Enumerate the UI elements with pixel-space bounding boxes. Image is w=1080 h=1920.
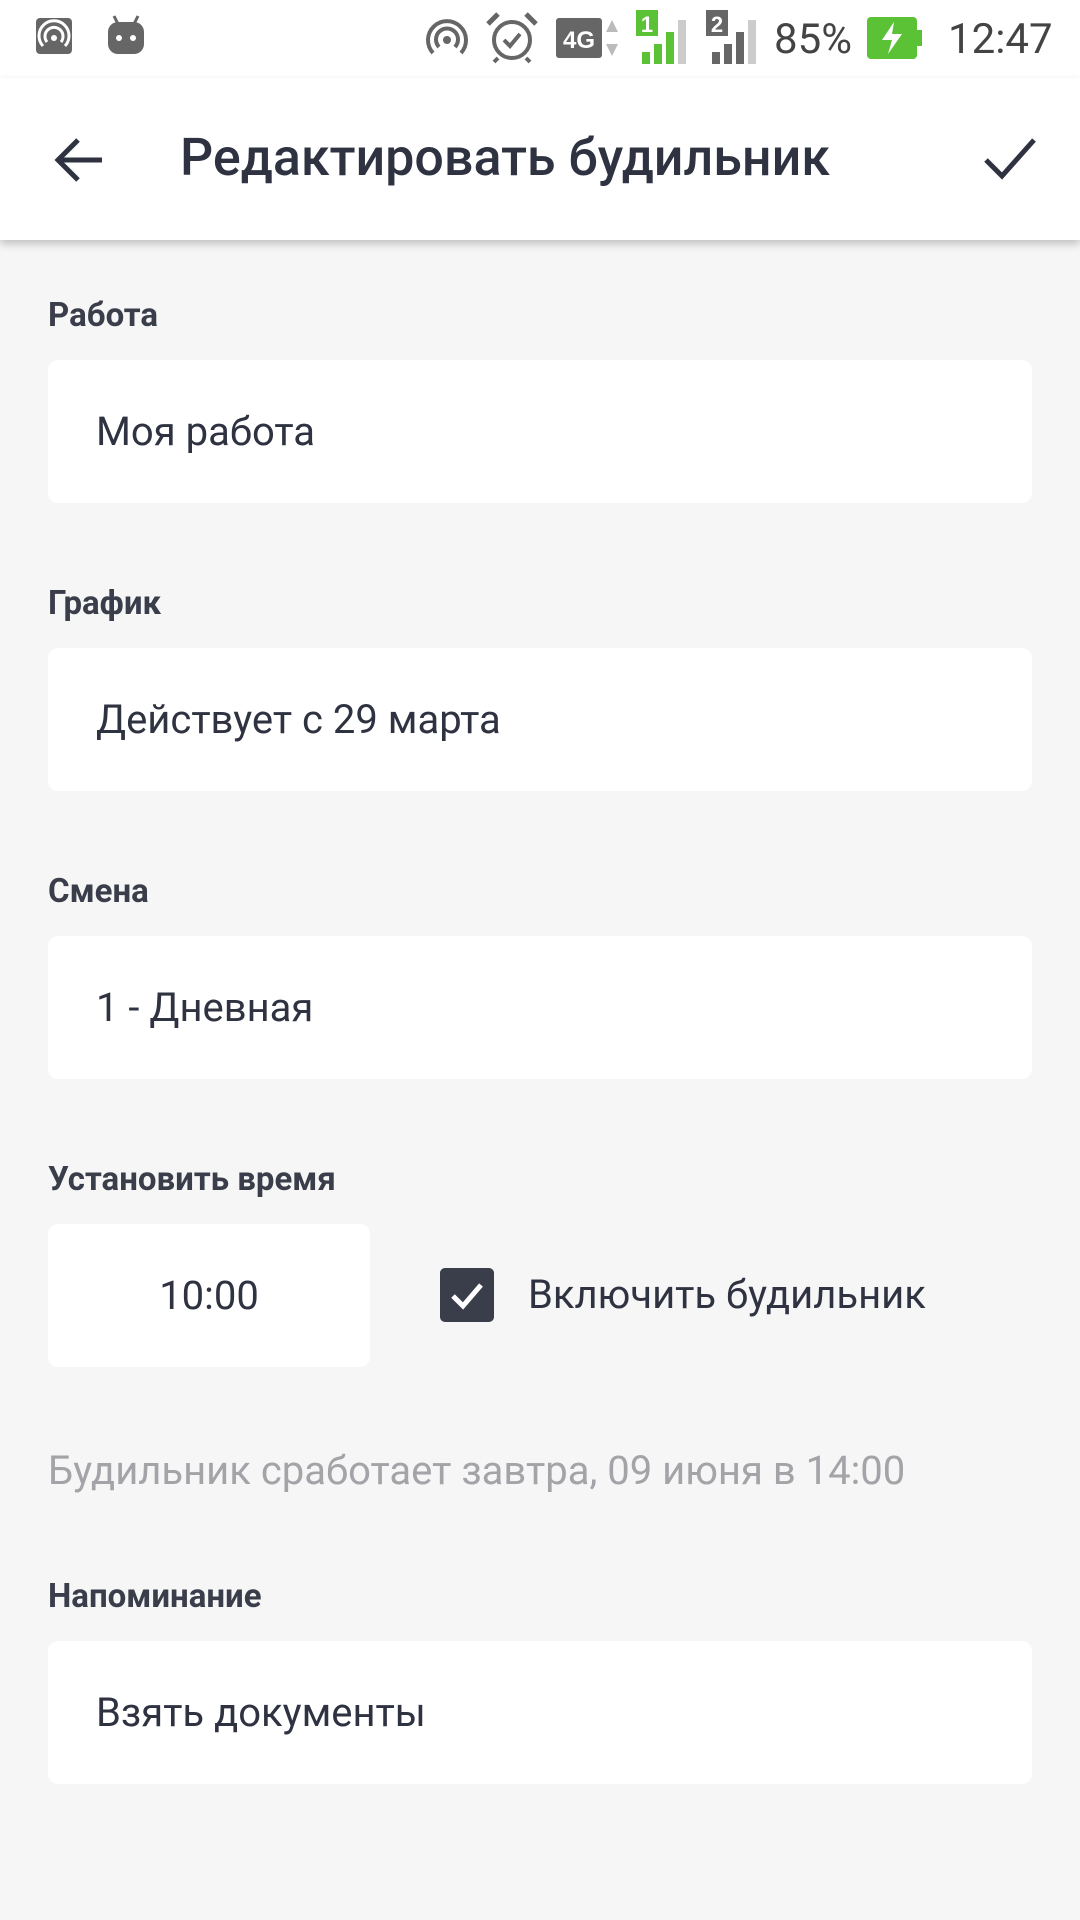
schedule-field[interactable]: Действует с 29 марта: [48, 648, 1032, 791]
work-field[interactable]: Моя работа: [48, 360, 1032, 503]
arrow-back-icon: [54, 138, 102, 182]
shift-field[interactable]: 1 - Дневная: [48, 936, 1032, 1079]
time-label: Установить время: [48, 1160, 336, 1199]
app-bar: Редактировать будильник: [0, 78, 1080, 240]
android-icon: [104, 14, 148, 56]
work-label: Работа: [48, 296, 158, 335]
signal-sim2-icon: 2: [706, 10, 762, 66]
wifi-hotspot-icon: [424, 14, 470, 60]
signal-sim1-icon: 1: [636, 10, 692, 66]
shift-label: Смена: [48, 872, 149, 911]
network-4g-icon: 4G: [556, 16, 624, 60]
svg-text:1: 1: [641, 12, 653, 37]
reminder-label: Напоминание: [48, 1577, 262, 1616]
alarm-hint: Будильник сработает завтра, 09 июня в 14…: [48, 1447, 906, 1494]
svg-text:4G: 4G: [563, 27, 595, 54]
enable-alarm-label[interactable]: Включить будильник: [528, 1268, 926, 1322]
status-time: 12:47: [948, 15, 1053, 64]
check-icon: [984, 138, 1036, 180]
alarm-icon: [484, 10, 540, 64]
reminder-field[interactable]: Взять документы: [48, 1641, 1032, 1784]
status-bar: 4G 1 2 85% 12:47: [0, 0, 1080, 78]
hotspot-icon: [34, 16, 74, 56]
time-field[interactable]: 10:00: [48, 1224, 370, 1367]
back-button[interactable]: [40, 120, 120, 200]
schedule-label: График: [48, 584, 162, 623]
battery-charging-icon: [866, 16, 924, 60]
battery-percent: 85%: [774, 15, 852, 64]
svg-text:2: 2: [711, 12, 723, 37]
save-button[interactable]: [970, 118, 1050, 198]
enable-alarm-checkbox[interactable]: [440, 1268, 494, 1322]
checkmark-icon: [451, 1283, 483, 1310]
page-title: Редактировать будильник: [180, 127, 831, 188]
